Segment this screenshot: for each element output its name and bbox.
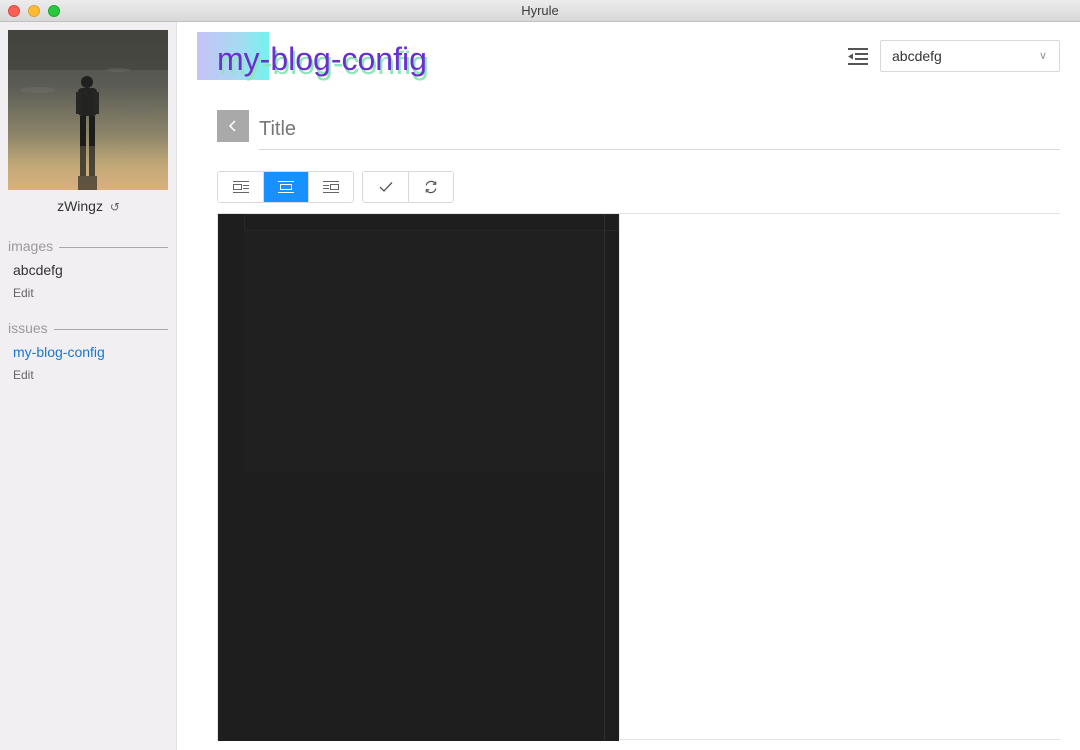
layout-editor-button[interactable]	[218, 172, 263, 202]
sidebar-item-images-repo[interactable]: abcdefg	[13, 262, 63, 278]
sync-icon	[425, 180, 437, 194]
images-edit-link[interactable]: Edit	[13, 286, 34, 300]
editor-ruler	[604, 214, 605, 741]
user-row: zWingz ↺	[0, 198, 177, 214]
title-input[interactable]	[259, 110, 1060, 150]
images-section-title: images	[8, 238, 168, 254]
username: zWingz	[57, 198, 103, 214]
editor-current-line	[244, 214, 619, 231]
section-label: images	[8, 238, 60, 254]
repo-select[interactable]: abcdefg ∨	[880, 40, 1060, 72]
layout-editor-only-icon	[232, 181, 249, 193]
markdown-editor[interactable]	[218, 214, 619, 741]
markdown-preview	[619, 214, 1060, 739]
app-window: Hyrule zWingz ↺ images abcdefg Edit issu…	[0, 0, 1080, 750]
layout-split-icon	[278, 181, 294, 193]
indent-icon[interactable]	[847, 47, 869, 67]
issues-edit-link[interactable]: Edit	[13, 368, 34, 382]
check-icon	[379, 182, 392, 192]
back-button[interactable]	[217, 110, 249, 142]
chevron-down-icon: ∨	[1038, 50, 1047, 62]
layout-toggle-group	[217, 171, 354, 203]
sync-button[interactable]	[408, 172, 453, 202]
refresh-icon[interactable]: ↺	[110, 200, 120, 214]
section-label: issues	[8, 320, 54, 336]
layout-preview-only-icon	[323, 181, 339, 193]
window-title: Hyrule	[521, 3, 559, 18]
zoom-window-button[interactable]	[48, 5, 60, 17]
layout-split-button[interactable]	[263, 172, 308, 202]
close-window-button[interactable]	[8, 5, 20, 17]
layout-preview-button[interactable]	[308, 172, 353, 202]
main-content: my-blog-config my-blog-config abcdefg ∨	[177, 22, 1080, 750]
chevron-left-icon	[228, 120, 236, 132]
repo-title-text: my-blog-config	[217, 41, 427, 77]
action-button-group	[362, 171, 454, 203]
minimize-window-button[interactable]	[28, 5, 40, 17]
repo-select-value: abcdefg	[892, 48, 942, 64]
avatar	[8, 30, 168, 190]
editor-viewport	[244, 231, 604, 471]
sidebar-item-issues-repo[interactable]: my-blog-config	[13, 344, 105, 360]
sidebar: zWingz ↺ images abcdefg Edit issues my-b…	[0, 22, 177, 750]
save-button[interactable]	[363, 172, 408, 202]
issues-section-title: issues	[8, 320, 168, 336]
editor-area	[217, 213, 1060, 741]
title-bar: Hyrule	[0, 0, 1080, 22]
